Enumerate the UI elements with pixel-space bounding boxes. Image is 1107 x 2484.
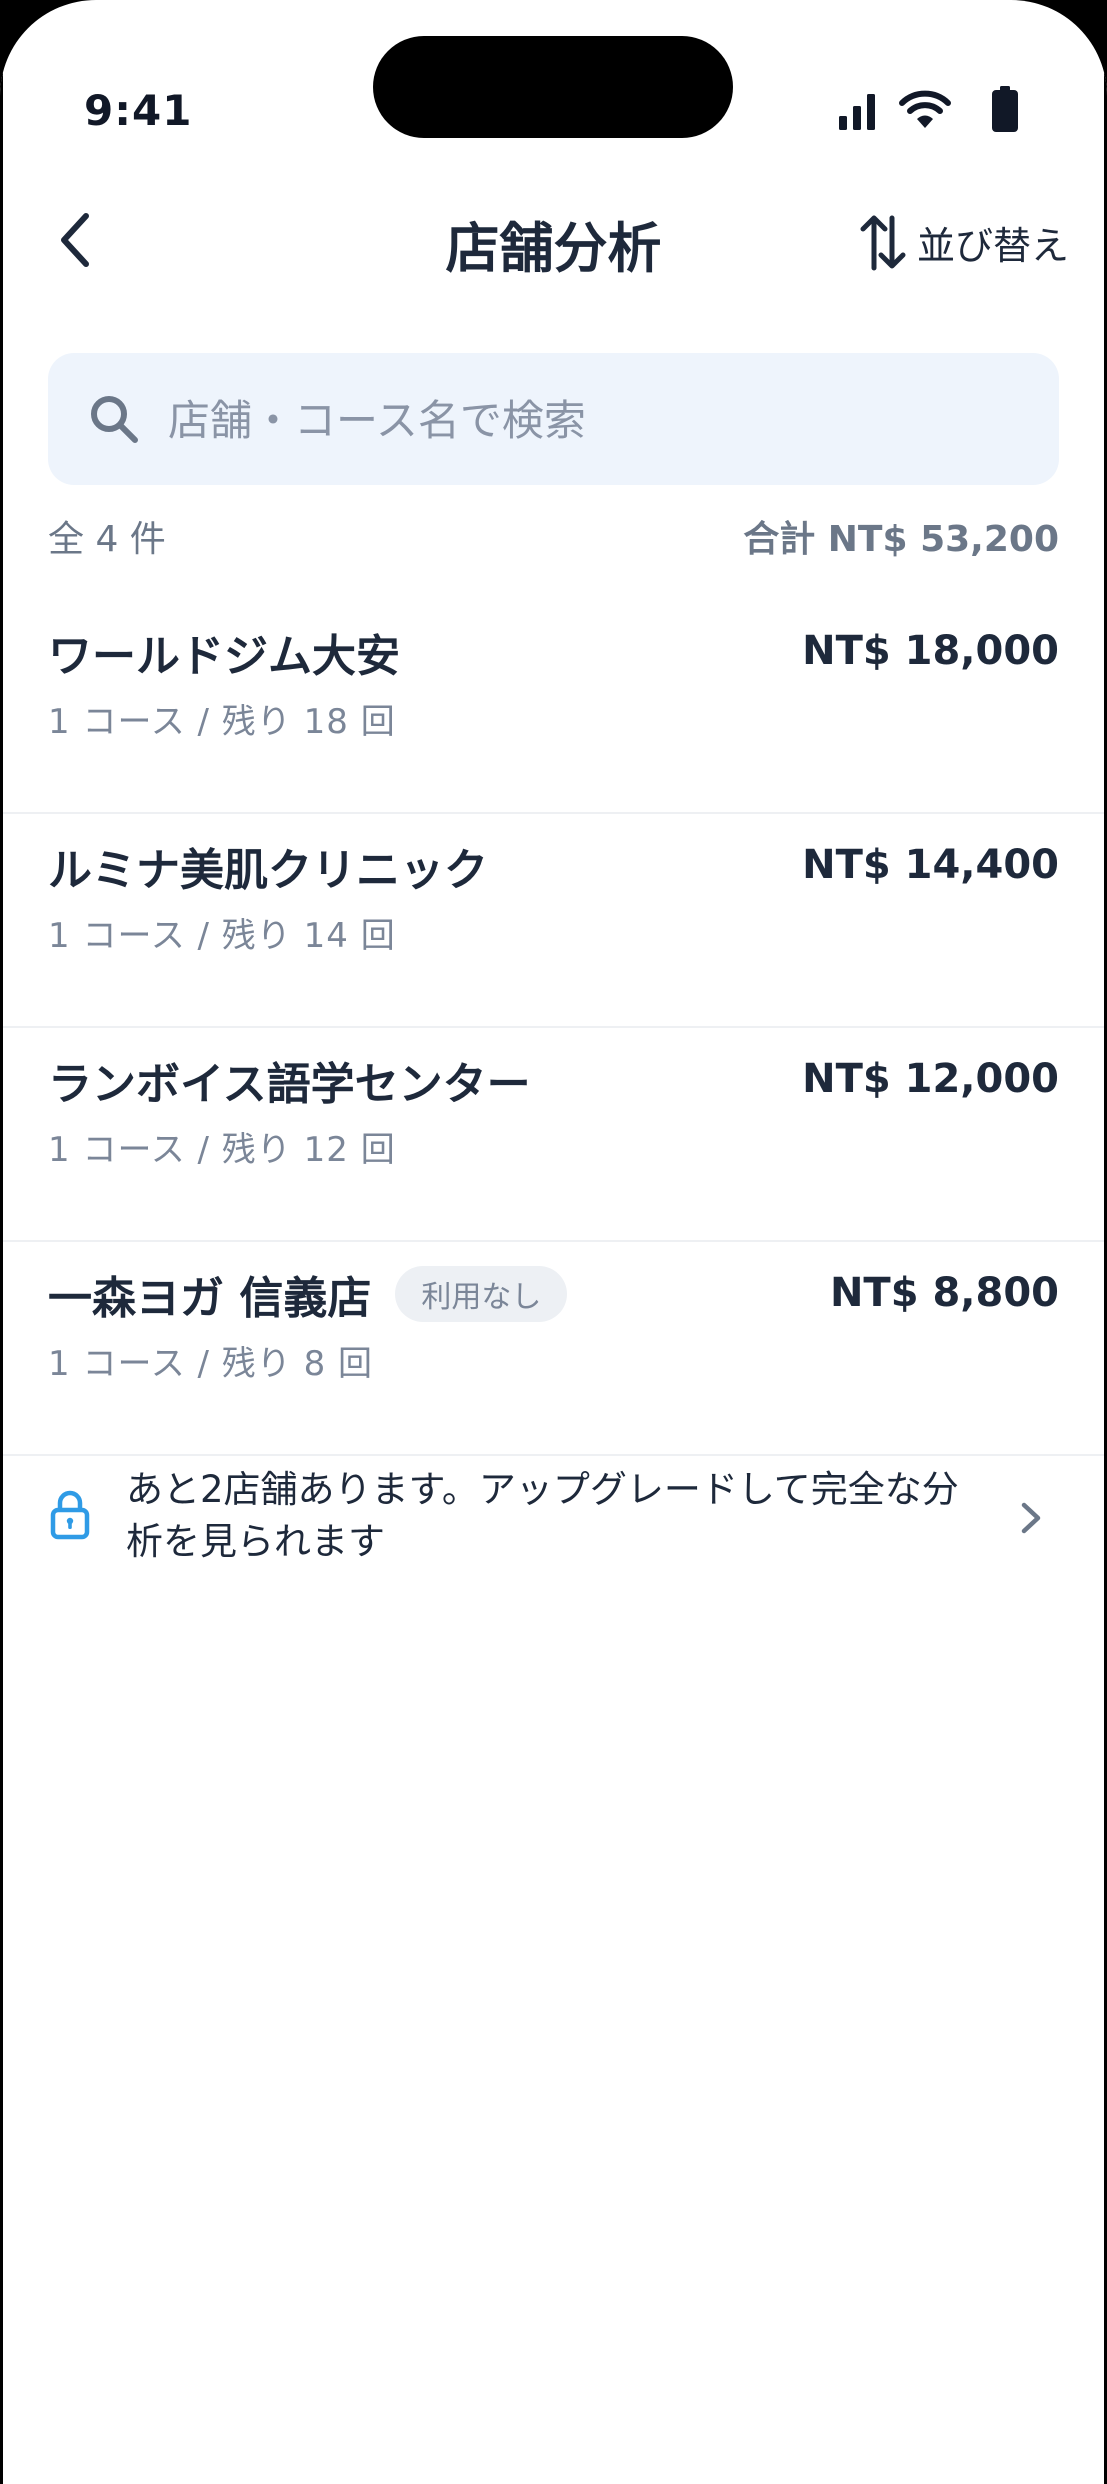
store-list: ワールドジム大安 1 コース / 残り 18 回 NT$ 18,000 ルミナ美… [0,600,1107,1456]
battery-icon [992,86,1018,132]
store-name-wrapper: 一森ヨガ 信義店 利用なし [48,1262,568,1326]
store-course-info: 1 コース / 残り 8 回 [48,1344,374,1384]
store-amount: NT$ 8,800 [829,1270,1059,1316]
store-name: ワールドジム大安 [48,631,400,682]
store-name: ランボイス語学センター [48,1059,531,1110]
store-amount: NT$ 18,000 [802,628,1059,674]
store-course-info: 1 コース / 残り 18 回 [48,702,396,742]
lock-icon [50,1490,90,1540]
search-input[interactable] [166,383,1030,457]
status-bar: 9:41 [0,0,1107,150]
sort-button[interactable]: 並び替え [859,210,1069,274]
search-box[interactable] [48,353,1059,485]
cellular-signal-icon [839,94,875,130]
store-course-info: 1 コース / 残り 14 回 [48,916,396,956]
upgrade-prompt[interactable]: あと2店舗あります。アップグレードして完全な分析を見られます [0,1428,1107,1608]
bezel-left [0,0,3,2484]
navigation-bar: 店舗分析 並び替え [0,190,1107,300]
store-row[interactable]: ルミナ美肌クリニック 1 コース / 残り 14 回 NT$ 14,400 [0,814,1107,1028]
store-amount: NT$ 14,400 [802,842,1059,888]
sort-arrows-icon [860,215,906,271]
unused-badge: 利用なし [395,1266,568,1322]
result-count: 全 4 件 [48,519,166,560]
total-amount: 合計 NT$ 53,200 [743,519,1059,560]
store-row[interactable]: 一森ヨガ 信義店 利用なし 1 コース / 残り 8 回 NT$ 8,800 [0,1242,1107,1456]
search-icon [91,396,138,443]
dynamic-island [373,36,733,138]
store-row[interactable]: ワールドジム大安 1 コース / 残り 18 回 NT$ 18,000 [0,600,1107,814]
store-name: 一森ヨガ 信義店 [48,1273,372,1324]
store-course-info: 1 コース / 残り 12 回 [48,1130,396,1170]
store-name: ルミナ美肌クリニック [48,845,488,896]
status-time: 9:41 [84,86,193,135]
store-amount: NT$ 12,000 [802,1056,1059,1102]
sort-label: 並び替え [916,223,1069,268]
store-row[interactable]: ランボイス語学センター 1 コース / 残り 12 回 NT$ 12,000 [0,1028,1107,1242]
summary-bar: 全 4 件 合計 NT$ 53,200 [48,510,1059,566]
phone-screen: 9:41 店舗分析 並び替え 店舗・コース名で検索 全 4 件 合計 NT$ 5… [0,0,1107,2484]
upgrade-message: あと2店舗あります。アップグレードして完全な分析を見られます [126,1468,959,1563]
chevron-right-icon [1021,1502,1041,1534]
wifi-icon [899,90,951,128]
